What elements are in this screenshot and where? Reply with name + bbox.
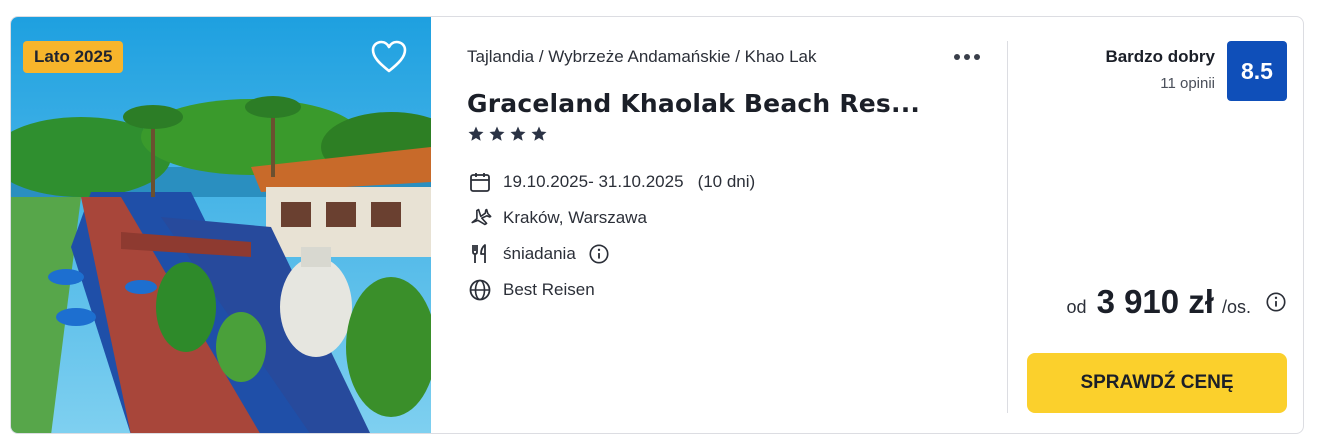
hotel-photo-illustration [11,17,431,433]
rating-label: Bardzo dobry [1105,47,1215,66]
board-value: śniadania [503,244,576,263]
star-icon [489,126,505,141]
star-icon [468,126,484,141]
departure-row: Kraków, Warszawa [467,204,647,232]
hotel-stars [467,125,548,143]
star-icon [510,126,526,141]
hotel-name[interactable]: Graceland Khaolak Beach Res... [467,89,920,118]
season-badge: Lato 2025 [23,41,124,73]
offer-details: Tajlandia / Wybrzeże Andamańskie / Khao … [467,17,1007,433]
price-suffix: /os. [1221,297,1251,317]
favorite-button[interactable] [369,37,409,77]
operator-value: Best Reisen [503,280,595,299]
cutlery-icon [467,241,493,267]
price-panel: Bardzo dobry 11 opinii 8.5 od 3 910 zł /… [1011,17,1303,433]
operator-row: Best Reisen [467,276,595,304]
globe-icon [467,277,493,303]
price-row: od 3 910 zł /os. [1067,283,1287,321]
price-prefix: od [1066,297,1087,317]
info-icon[interactable] [588,243,610,265]
reviews-count[interactable]: 11 opinii [1160,75,1215,92]
star-icon [531,126,547,141]
heart-icon [371,40,407,73]
dates-row: 19.10.2025- 31.10.2025 (10 dni) [467,168,755,196]
calendar-icon [467,169,493,195]
departure-value: Kraków, Warszawa [503,208,647,227]
more-dots-icon [954,54,980,60]
dates-value: 19.10.2025- 31.10.2025 [503,172,684,191]
price-info-icon[interactable] [1265,291,1287,313]
offer-card[interactable]: Lato 2025 Tajlandia / Wybrzeże Andamańsk… [10,16,1304,434]
board-row: śniadania [467,240,610,268]
location-breadcrumb[interactable]: Tajlandia / Wybrzeże Andamańskie / Khao … [467,47,817,67]
rating-score-badge: 8.5 [1227,41,1287,101]
divider [1007,41,1008,413]
more-options-button[interactable] [949,45,985,69]
check-price-button[interactable]: SPRAWDŹ CENĘ [1027,353,1287,413]
hotel-photo[interactable]: Lato 2025 [11,17,431,433]
price-value: 3 910 zł [1096,283,1214,320]
duration-value: (10 dni) [697,172,756,191]
plane-icon [467,205,493,231]
